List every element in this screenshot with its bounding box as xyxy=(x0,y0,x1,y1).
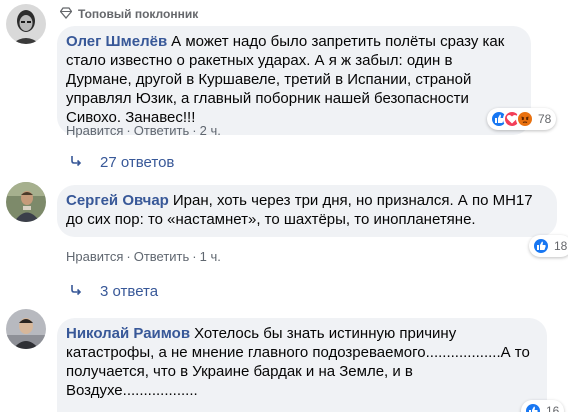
reply-link[interactable]: Ответить xyxy=(134,123,190,138)
reactions-summary[interactable]: 78 xyxy=(487,108,557,130)
comments-thread: Топовый поклонник Олег Шмелёв А может над… xyxy=(0,0,568,412)
top-fan-label: Топовый поклонник xyxy=(78,7,199,21)
separator-dot: · xyxy=(192,248,197,264)
like-link[interactable]: Нравится xyxy=(66,123,123,138)
separator-dot: · xyxy=(192,122,197,138)
comment-time[interactable]: 1 ч. xyxy=(200,249,221,264)
replies-count[interactable]: 3 ответа xyxy=(100,283,158,300)
separator-dot: · xyxy=(126,122,131,138)
view-replies-link[interactable]: 27 ответов xyxy=(70,152,174,172)
avatar[interactable] xyxy=(6,309,46,349)
comment-bubble: Николай Раимов Хотелось бы знать истинную… xyxy=(57,318,547,412)
reactions-summary[interactable]: 18 xyxy=(529,235,568,257)
diamond-icon xyxy=(59,6,73,22)
comment-bubble: Олег Шмелёв А может надо было запретить п… xyxy=(57,26,531,135)
reply-link[interactable]: Ответить xyxy=(134,249,190,264)
reply-arrow-icon xyxy=(70,154,82,171)
like-icon xyxy=(524,402,542,412)
comment-author[interactable]: Олег Шмелёв xyxy=(66,33,167,50)
reply-arrow-icon xyxy=(70,283,82,300)
reactions-summary[interactable]: 16 xyxy=(521,400,565,412)
comment-author[interactable]: Сергей Овчар xyxy=(66,192,169,209)
reaction-count: 16 xyxy=(546,404,560,412)
view-replies-link[interactable]: 3 ответа xyxy=(70,281,158,301)
comment-actions: Нравится · Ответить · 1 ч. xyxy=(66,248,221,264)
avatar[interactable] xyxy=(6,182,46,222)
separator-dot: · xyxy=(126,248,131,264)
like-link[interactable]: Нравится xyxy=(66,249,123,264)
like-icon xyxy=(532,237,550,255)
replies-count[interactable]: 27 ответов xyxy=(100,154,174,171)
comment-time[interactable]: 2 ч. xyxy=(200,123,221,138)
avatar[interactable] xyxy=(6,4,46,44)
reaction-count: 18 xyxy=(554,239,568,253)
comment-actions: Нравится · Ответить · 2 ч. xyxy=(66,122,221,138)
angry-icon xyxy=(516,110,534,128)
comment-author[interactable]: Николай Раимов xyxy=(66,325,190,342)
reaction-count: 78 xyxy=(538,112,552,126)
top-fan-badge: Топовый поклонник xyxy=(59,4,199,24)
comment-bubble: Сергей Овчар Иран, хоть через три дня, но… xyxy=(57,185,557,237)
